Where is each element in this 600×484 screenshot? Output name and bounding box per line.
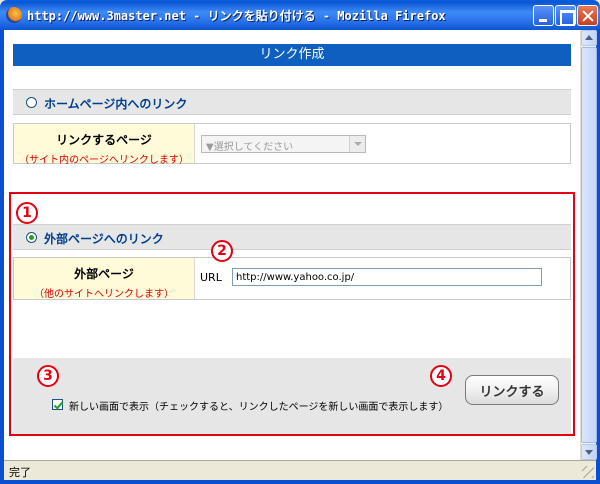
scroll-down-arrow-icon[interactable] xyxy=(581,444,597,460)
external-link-label[interactable]: 外部ページへのリンク xyxy=(44,230,164,247)
create-link-button[interactable]: リンクする xyxy=(465,375,559,405)
new-window-checkbox[interactable] xyxy=(52,399,63,410)
internal-link-section: ホームページ内へのリンク xyxy=(13,89,571,115)
scroll-thumb[interactable] xyxy=(581,47,597,443)
url-input[interactable] xyxy=(232,268,542,286)
url-label: URL xyxy=(200,271,222,284)
page-select-label: リンクするページ xyxy=(56,133,152,147)
internal-link-radio[interactable] xyxy=(26,97,37,108)
annotation-marker-4: 4 xyxy=(430,365,452,387)
title-bar[interactable]: http://www.3master.net - リンクを貼り付ける - Moz… xyxy=(0,0,600,30)
external-link-field-label: 外部ページ （他のサイトへリンクします） xyxy=(14,258,195,300)
status-bar: 完了 xyxy=(4,460,596,480)
minimize-button[interactable] xyxy=(533,5,554,26)
internal-link-row: リンクするページ （サイト内のページへリンクします） ▼選択してください xyxy=(13,123,571,166)
options-panel: 新しい画面で表示（チェックすると、リンクしたページを新しい画面で表示します） リ… xyxy=(13,358,571,434)
vertical-scrollbar[interactable] xyxy=(580,30,597,460)
page-select-dropdown[interactable]: ▼選択してください xyxy=(201,135,366,153)
internal-link-field-label: リンクするページ （サイト内のページへリンクします） xyxy=(14,124,195,166)
window-title: http://www.3master.net - リンクを貼り付ける - Moz… xyxy=(27,9,446,23)
firefox-icon xyxy=(6,7,22,23)
external-link-radio[interactable] xyxy=(26,232,37,243)
page-content: リンク作成 ホームページ内へのリンク リンクするページ （サイト内のページへリン… xyxy=(4,30,580,460)
external-page-hint: （他のサイトへリンクします） xyxy=(34,289,174,300)
annotation-marker-1: 1 xyxy=(16,202,38,224)
annotation-marker-3: 3 xyxy=(37,365,59,387)
browser-window: http://www.3master.net - リンクを貼り付ける - Moz… xyxy=(0,0,600,484)
status-text: 完了 xyxy=(9,466,31,479)
chevron-down-icon[interactable] xyxy=(349,136,365,152)
page-select-hint: （サイト内のページへリンクします） xyxy=(19,155,189,166)
new-window-label[interactable]: 新しい画面で表示（チェックすると、リンクしたページを新しい画面で表示します） xyxy=(69,398,448,413)
external-page-label: 外部ページ xyxy=(74,267,134,281)
annotation-marker-2: 2 xyxy=(211,240,233,262)
scroll-up-arrow-icon[interactable] xyxy=(581,30,597,46)
page-select-value: ▼選択してください xyxy=(206,142,294,153)
external-link-row: 外部ページ （他のサイトへリンクします） URL xyxy=(13,257,571,300)
maximize-button[interactable] xyxy=(555,5,576,26)
close-button[interactable] xyxy=(577,5,598,26)
resize-grip-icon[interactable] xyxy=(582,466,594,478)
internal-link-label[interactable]: ホームページ内へのリンク xyxy=(44,95,187,112)
external-link-section: 外部ページへのリンク xyxy=(13,224,571,250)
window-frame-bottom xyxy=(0,480,600,484)
page-title: リンク作成 xyxy=(13,44,571,66)
